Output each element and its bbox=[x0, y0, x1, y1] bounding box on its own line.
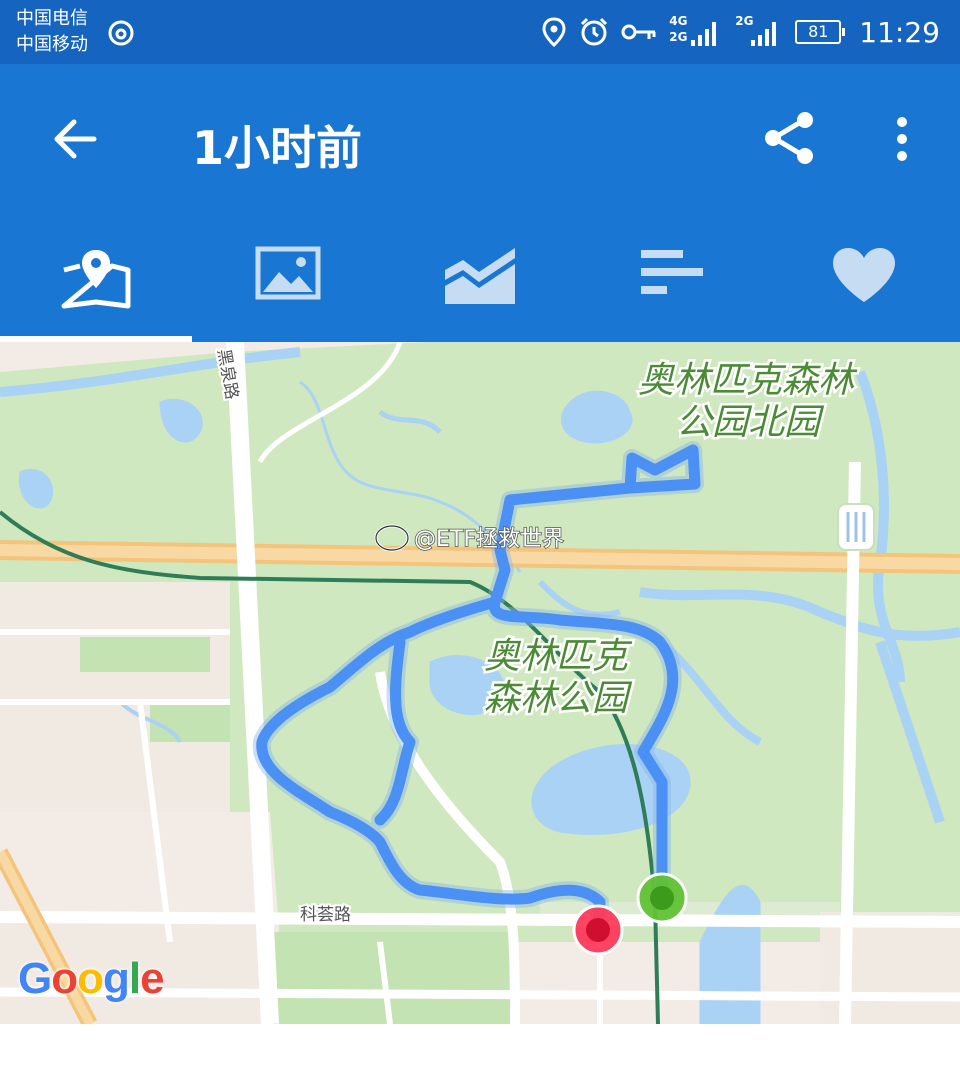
second-signal: 2G bbox=[735, 14, 783, 50]
label-park-north-line2: 公园北园 bbox=[676, 401, 825, 442]
network-label-1: 4G bbox=[669, 14, 688, 28]
dual-signal: 4G 2G bbox=[669, 14, 723, 50]
tab-splits[interactable] bbox=[576, 236, 768, 342]
page-title: 1小时前 bbox=[192, 121, 363, 175]
carrier-1: 中国电信 bbox=[16, 8, 88, 29]
clock: 11:29 bbox=[859, 15, 940, 49]
label-park-line1: 奥林匹克 bbox=[484, 635, 633, 676]
signal-bars-icon bbox=[751, 22, 777, 46]
label-park-north-line1: 奥林匹克森林 bbox=[638, 359, 858, 400]
bar-list-icon bbox=[641, 250, 703, 294]
status-bar: 中国电信 中国移动 4G 2G 2G 81 11:29 bbox=[0, 0, 960, 64]
alarm-icon bbox=[581, 17, 608, 46]
back-arrow-icon[interactable] bbox=[50, 114, 100, 164]
signal-bars-icon bbox=[691, 22, 717, 46]
heart-icon bbox=[833, 248, 895, 302]
network-label-2: 2G bbox=[669, 30, 688, 44]
carrier-info: 中国电信 中国移动 bbox=[16, 6, 88, 58]
label-park-line2: 森林公园 bbox=[484, 677, 633, 718]
map-view[interactable]: 奥林匹克森林 公园北园 奥林匹克 森林公园 黑泉路 科荟路 @ETF拯救世界 G… bbox=[0, 342, 960, 1024]
battery-indicator: 81 bbox=[795, 20, 846, 44]
area-chart-icon bbox=[445, 248, 515, 304]
tab-photos[interactable] bbox=[192, 236, 384, 342]
map-pin-icon bbox=[61, 250, 131, 309]
watermark-text: @ETF拯救世界 bbox=[414, 527, 564, 552]
key-icon bbox=[621, 24, 656, 40]
tab-chart[interactable] bbox=[384, 236, 576, 342]
start-marker[interactable] bbox=[636, 872, 688, 924]
station-icon bbox=[837, 503, 875, 551]
tab-favorite[interactable] bbox=[768, 236, 960, 342]
image-icon bbox=[255, 246, 321, 300]
label-road-kehui: 科荟路 bbox=[300, 905, 351, 925]
more-options-icon[interactable] bbox=[884, 114, 920, 164]
share-icon[interactable] bbox=[762, 110, 818, 166]
tab-map[interactable] bbox=[0, 236, 192, 342]
app-bar: 1小时前 bbox=[0, 64, 960, 342]
hotspot-icon bbox=[108, 20, 134, 46]
google-logo: Google bbox=[18, 954, 165, 1003]
end-marker[interactable] bbox=[572, 904, 624, 956]
location-icon bbox=[542, 17, 566, 47]
map-canvas[interactable]: 奥林匹克森林 公园北园 奥林匹克 森林公园 黑泉路 科荟路 @ETF拯救世界 bbox=[0, 342, 960, 1024]
carrier-2: 中国移动 bbox=[16, 34, 88, 55]
bottom-blank-area bbox=[0, 1024, 960, 1072]
tab-bar bbox=[0, 236, 960, 342]
